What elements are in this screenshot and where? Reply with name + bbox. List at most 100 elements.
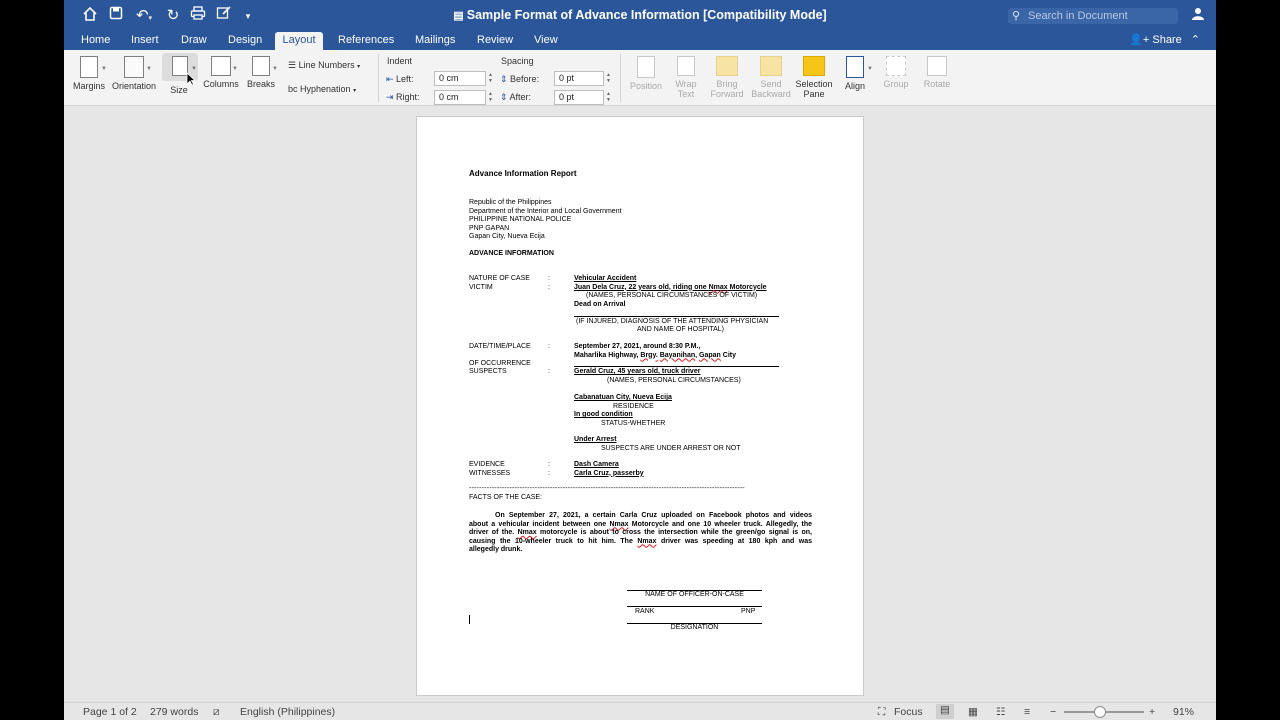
facts-line: driver of the. Nmax motorcycle is about … bbox=[469, 529, 813, 536]
dtp-label: DATE/TIME/PLACE bbox=[469, 343, 531, 350]
spacing-before-stepper[interactable]: ▲ ▼ bbox=[606, 72, 611, 84]
rank-caption: RANK bbox=[635, 608, 655, 615]
section-title: ADVANCE INFORMATION bbox=[469, 250, 554, 257]
print-layout-icon[interactable]: ▤ bbox=[936, 704, 954, 719]
address-line: PHILIPPINE NATIONAL POLICE bbox=[469, 216, 572, 223]
selection-pane-icon bbox=[803, 56, 825, 76]
search-icon: ⚲ bbox=[1012, 10, 1021, 22]
colon: : bbox=[548, 469, 550, 477]
facts-label: FACTS OF THE CASE: bbox=[469, 494, 542, 501]
zoom-slider[interactable] bbox=[1064, 706, 1144, 718]
zoom-level[interactable]: 91% bbox=[1173, 706, 1194, 718]
search-input[interactable]: ⚲ Search in Document bbox=[1008, 8, 1178, 24]
victim-value: Juan Dela Cruz, 22 years old, riding one… bbox=[574, 283, 767, 291]
indent-left-stepper[interactable]: ▲ ▼ bbox=[488, 72, 493, 84]
indent-right-label: ⇥ Right: bbox=[386, 92, 420, 102]
rotate-button[interactable]: Rotate bbox=[920, 56, 954, 89]
pnp-caption: PNP bbox=[741, 608, 756, 615]
send-backward-icon bbox=[760, 56, 782, 76]
proofing-icon[interactable]: ⧄ bbox=[213, 706, 220, 719]
residence-caption: RESIDENCE bbox=[613, 402, 654, 410]
tab-layout[interactable]: Layout bbox=[275, 32, 323, 50]
group-button[interactable]: Group bbox=[880, 56, 912, 89]
tab-draw[interactable]: Draw bbox=[174, 32, 214, 50]
officer-caption: NAME OF OFFICER-ON-CASE bbox=[645, 591, 744, 598]
spacing-after-field[interactable]: 0 pt bbox=[554, 90, 604, 105]
outline-view-icon[interactable]: ☷ bbox=[996, 706, 1005, 718]
underline-rule bbox=[574, 366, 779, 367]
document-page[interactable]: Advance Information Report Republic of t… bbox=[416, 116, 864, 696]
bring-forward-button[interactable]: Bring Forward bbox=[706, 56, 748, 99]
rotate-icon bbox=[927, 56, 947, 76]
victim-label: VICTIM bbox=[469, 283, 493, 291]
group-icon bbox=[886, 56, 906, 76]
word-count[interactable]: 279 words bbox=[150, 706, 198, 718]
evidence-value: Dash Camera bbox=[574, 461, 619, 468]
residence-value: Cabanatuan City, Nueva Ecija bbox=[574, 394, 672, 401]
facts-line: On September 27, 2021, a certain Carla C… bbox=[495, 512, 812, 519]
indent-right-field[interactable]: 0 cm bbox=[434, 90, 486, 105]
indent-left-icon: ⇤ bbox=[386, 74, 397, 84]
address-line: Gapan City, Nueva Ecija bbox=[469, 233, 545, 240]
draft-view-icon[interactable]: ≡ bbox=[1024, 706, 1030, 718]
tab-insert[interactable]: Insert bbox=[124, 32, 166, 50]
send-backward-button[interactable]: Send Backward bbox=[748, 56, 794, 99]
margins-button[interactable]: Margins bbox=[70, 56, 108, 91]
bring-forward-icon bbox=[716, 56, 738, 76]
wrap-text-icon bbox=[677, 56, 695, 76]
focus-icon[interactable]: ⛶ bbox=[878, 706, 885, 719]
zoom-slider-thumb[interactable] bbox=[1094, 706, 1106, 718]
line-numbers-icon: ☰ bbox=[288, 60, 299, 70]
breaks-icon bbox=[252, 56, 270, 76]
account-icon[interactable] bbox=[1188, 6, 1208, 26]
injury-caption: (IF INJURED, DIAGNOSIS OF THE ATTENDING … bbox=[576, 317, 769, 325]
indent-right-stepper[interactable]: ▲ ▼ bbox=[488, 91, 493, 103]
language[interactable]: English (Philippines) bbox=[240, 706, 335, 718]
indent-right-icon: ⇥ bbox=[386, 92, 397, 102]
signature-rule bbox=[627, 606, 762, 607]
document-icon: ▤ bbox=[453, 10, 467, 22]
nature-label: NATURE OF CASE bbox=[469, 275, 530, 282]
selection-pane-button[interactable]: Selection Pane bbox=[792, 56, 836, 99]
tab-references[interactable]: References bbox=[331, 32, 401, 50]
web-layout-icon[interactable]: ▦ bbox=[968, 706, 978, 718]
condition-value: In good condition bbox=[574, 411, 633, 418]
arrest-caption: SUSPECTS ARE UNDER ARREST OR NOT bbox=[601, 444, 741, 452]
position-button[interactable]: Position bbox=[624, 56, 668, 91]
status-bar: Page 1 of 2 279 words ⧄ English (Philipp… bbox=[64, 702, 1216, 720]
line-numbers-button[interactable]: ☰ Line Numbers ▾ bbox=[288, 60, 360, 71]
tab-view[interactable]: View bbox=[527, 32, 565, 50]
arrest-value: Under Arrest bbox=[574, 436, 617, 443]
wrap-text-button[interactable]: Wrap Text bbox=[668, 56, 704, 99]
breaks-button[interactable]: Breaks bbox=[244, 56, 278, 89]
dtp-value: September 27, 2021, around 8:30 P.M., bbox=[574, 343, 701, 350]
share-button[interactable]: 👤+ Share ⌃ bbox=[1129, 32, 1200, 48]
orientation-button[interactable]: Orientation bbox=[110, 56, 158, 91]
margins-icon bbox=[80, 56, 98, 78]
share-icon: 👤+ bbox=[1129, 34, 1150, 46]
address-line: Republic of the Philippines bbox=[469, 199, 552, 206]
tab-review[interactable]: Review bbox=[470, 32, 520, 50]
doc-heading: Advance Information Report bbox=[469, 169, 577, 178]
indent-left-field[interactable]: 0 cm bbox=[434, 71, 486, 86]
ribbon-tabs: Home Insert Draw Design Layout Reference… bbox=[64, 32, 1216, 50]
page-count[interactable]: Page 1 of 2 bbox=[83, 706, 137, 718]
spacing-before-field[interactable]: 0 pt bbox=[554, 71, 604, 86]
condition-caption: STATUS-WHETHER bbox=[601, 419, 666, 427]
tab-design[interactable]: Design bbox=[221, 32, 269, 50]
tab-mailings[interactable]: Mailings bbox=[408, 32, 462, 50]
zoom-out-button[interactable]: − bbox=[1050, 706, 1056, 718]
colon: : bbox=[548, 368, 550, 375]
align-button[interactable]: Align bbox=[840, 56, 870, 91]
spacing-before-icon: ⇕ bbox=[500, 74, 511, 84]
hyphenation-button[interactable]: bc Hyphenation ▾ bbox=[288, 84, 356, 94]
nature-value: Vehicular Accident bbox=[574, 275, 637, 282]
focus-button[interactable]: Focus bbox=[894, 706, 923, 718]
spacing-after-stepper[interactable]: ▲ ▼ bbox=[606, 91, 611, 103]
zoom-in-button[interactable]: + bbox=[1149, 706, 1155, 718]
text-cursor bbox=[469, 615, 470, 624]
columns-button[interactable]: Columns bbox=[202, 56, 240, 89]
tab-home[interactable]: Home bbox=[74, 32, 117, 50]
colon: : bbox=[548, 343, 550, 350]
dashed-separator: ----------------------------------------… bbox=[469, 485, 745, 492]
